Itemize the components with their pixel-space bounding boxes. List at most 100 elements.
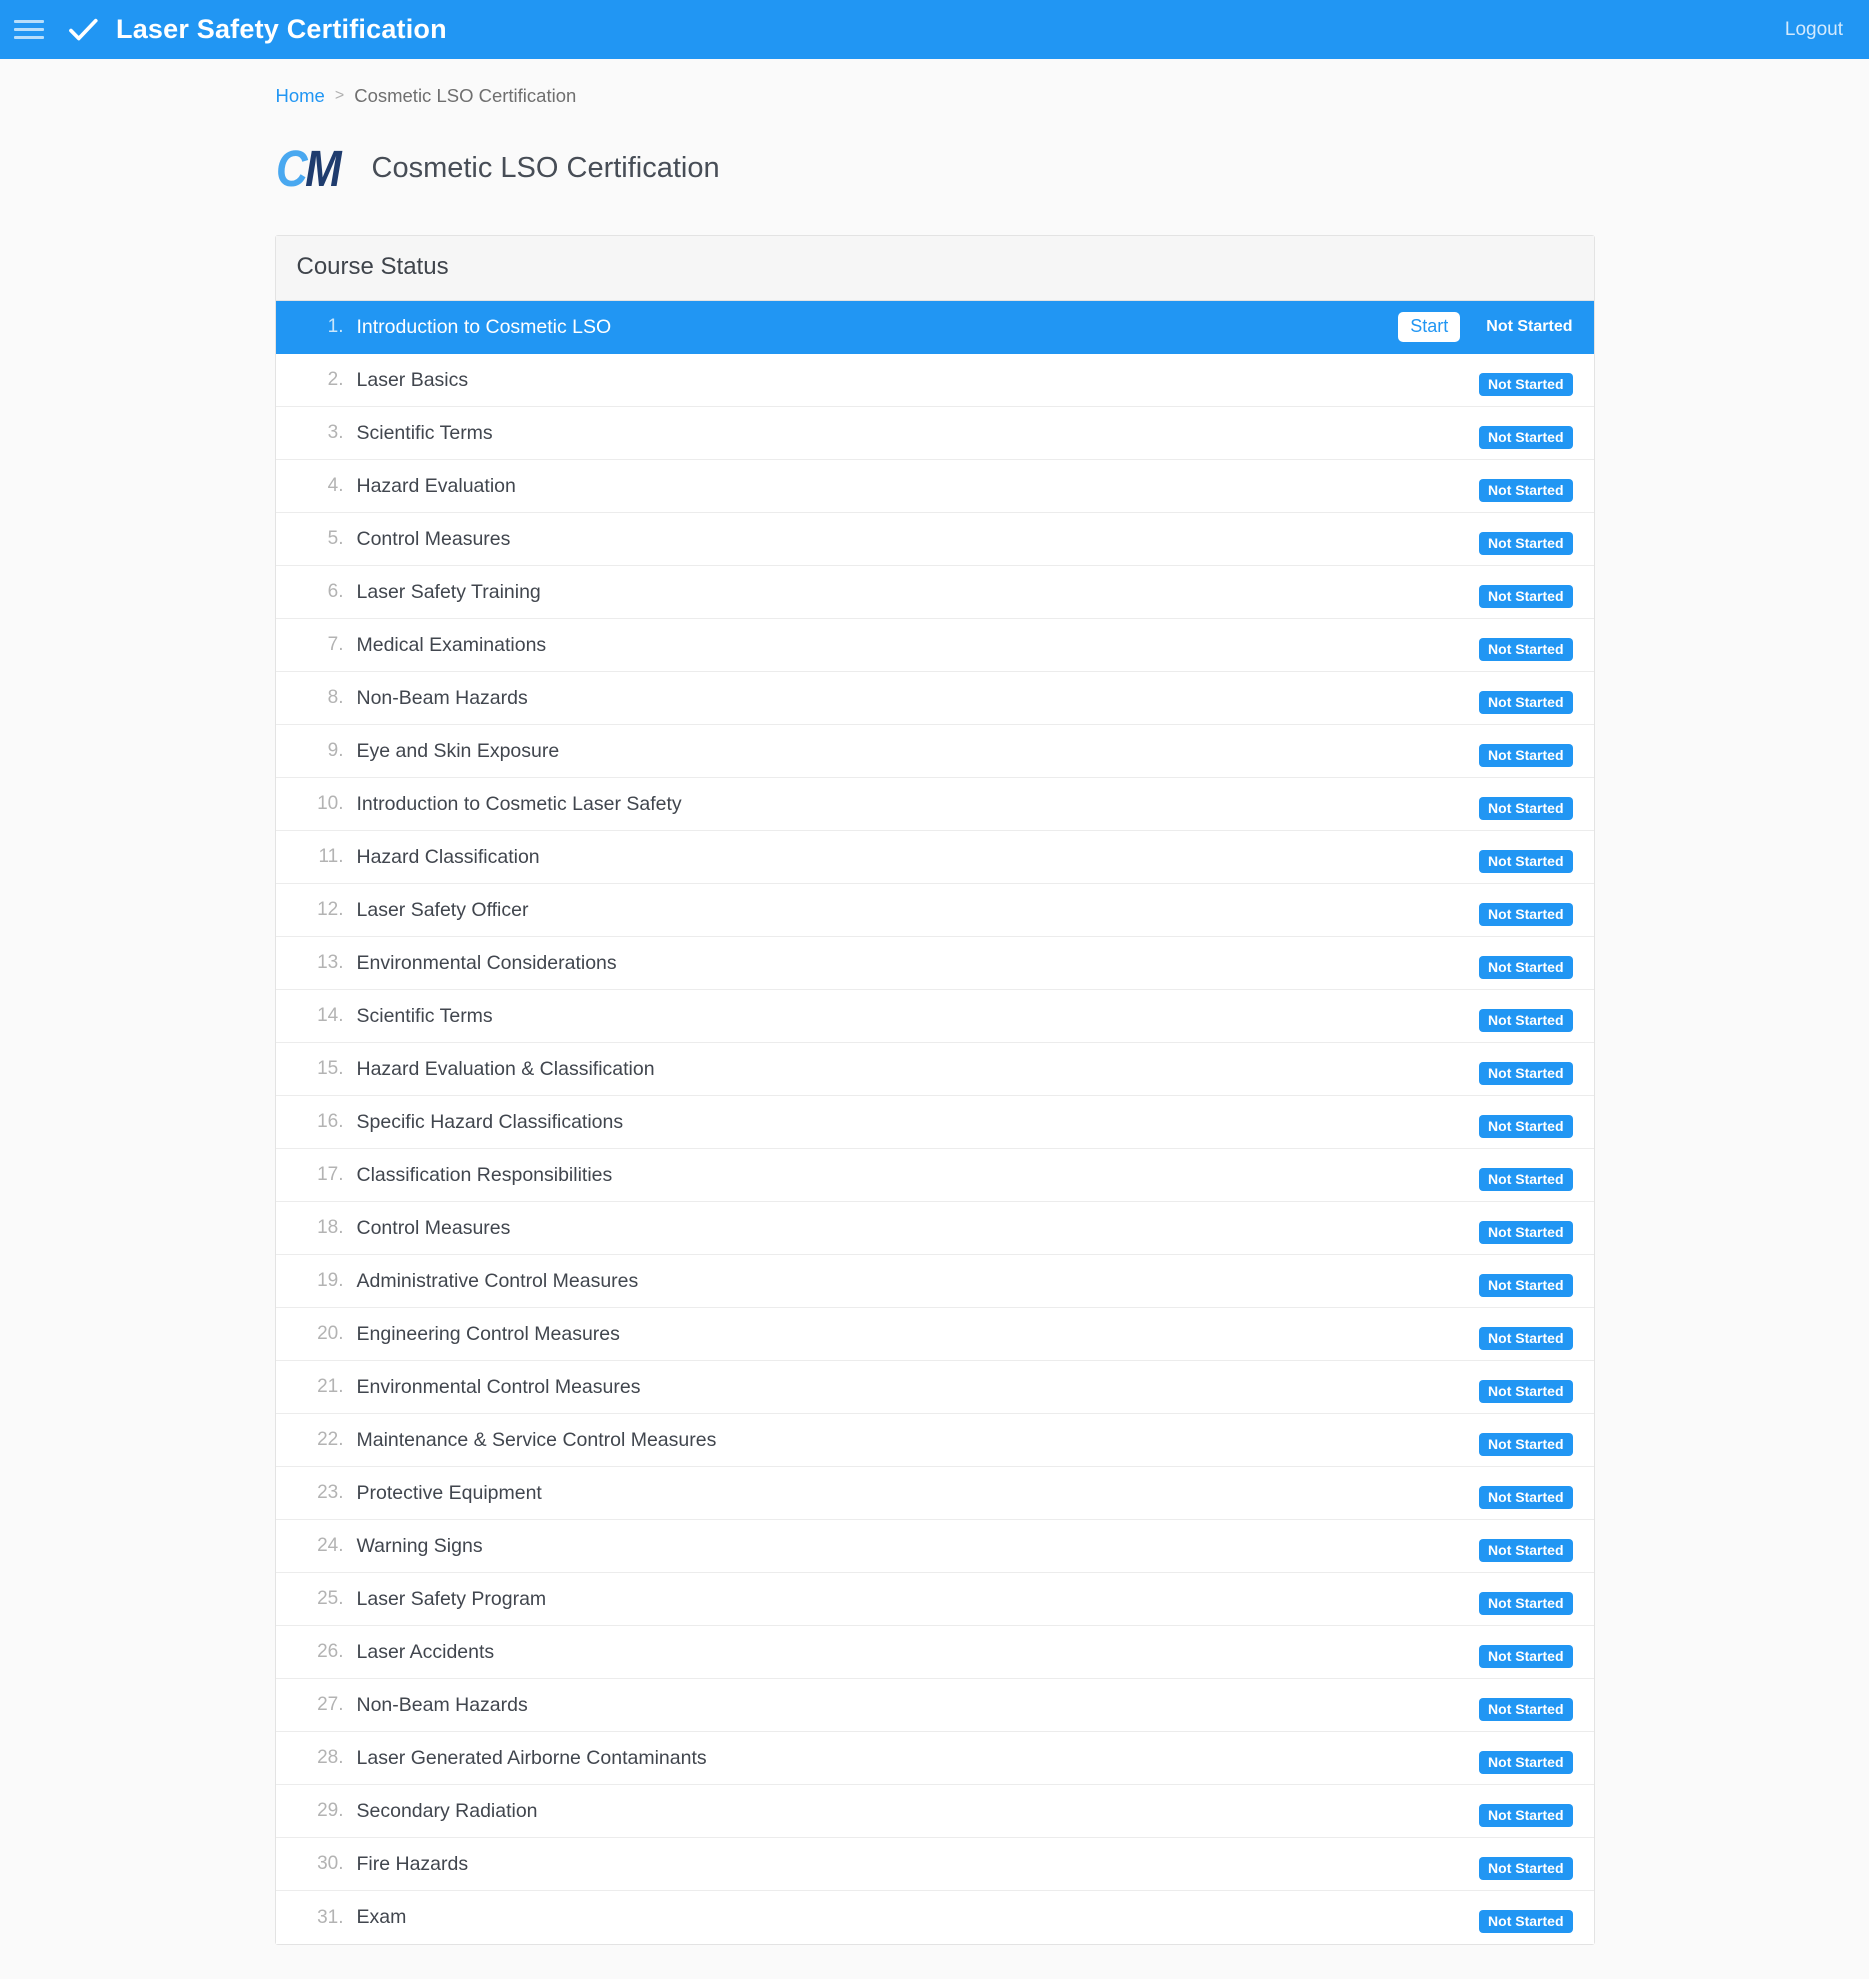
course-row-number: 6. — [327, 581, 344, 602]
status-badge: Not Started — [1479, 425, 1573, 449]
course-row-title: Secondary Radiation — [356, 1799, 538, 1822]
course-row-title: Specific Hazard Classifications — [356, 1110, 624, 1133]
course-row-number: 15. — [317, 1058, 344, 1079]
course-row[interactable]: 15. Hazard Evaluation & Classification Not… — [275, 1043, 1594, 1096]
course-row[interactable]: 30. Fire Hazards Not Started — [275, 1838, 1594, 1891]
logo-letter-c: C — [275, 139, 308, 197]
course-row[interactable]: 18. Control Measures Not Started — [275, 1202, 1594, 1255]
start-button[interactable]: Start — [1398, 312, 1461, 342]
course-row-number: 12. — [317, 899, 344, 920]
status-badge: Not Started — [1479, 1326, 1573, 1350]
course-row-number: 16. — [317, 1111, 344, 1132]
course-row[interactable]: 28. Laser Generated Airborne Contaminants… — [275, 1732, 1594, 1785]
breadcrumb-current: Cosmetic LSO Certification — [354, 85, 577, 106]
hamburger-menu-icon[interactable] — [14, 15, 44, 45]
course-row-title: Introduction to Cosmetic LSO — [356, 315, 612, 338]
status-badge: Not Started — [1479, 1485, 1573, 1509]
course-row-number: 22. — [317, 1429, 344, 1450]
checkmark-icon — [66, 13, 100, 47]
course-row-title: Hazard Evaluation — [356, 474, 516, 497]
course-row-title: Laser Accidents — [356, 1640, 495, 1663]
course-row-title: Introduction to Cosmetic Laser Safety — [356, 792, 682, 815]
course-row-number: 24. — [317, 1535, 344, 1556]
status-badge: Not Started — [1479, 1008, 1573, 1032]
status-badge: Not Started — [1479, 1379, 1573, 1403]
status-badge: Not Started — [1479, 1644, 1573, 1668]
course-row-number: 21. — [317, 1376, 344, 1397]
course-row[interactable]: 10. Introduction to Cosmetic Laser Safety… — [275, 778, 1594, 831]
course-row-title: Classification Responsibilities — [356, 1163, 613, 1186]
course-row[interactable]: 24. Warning Signs Not Started — [275, 1520, 1594, 1573]
course-row[interactable]: 22. Maintenance & Service Control Measure… — [275, 1414, 1594, 1467]
app-header: Laser Safety Certification Logout — [0, 0, 1869, 59]
course-row[interactable]: 7. Medical Examinations Not Started — [275, 619, 1594, 672]
course-row-status: Not Started — [1486, 318, 1573, 335]
course-row-number: 10. — [317, 793, 344, 814]
status-badge: Not Started — [1479, 584, 1573, 608]
course-row-title: Hazard Evaluation & Classification — [356, 1057, 655, 1080]
course-status-panel: Course Status 1. Introduction to Cosmetic… — [274, 235, 1595, 1945]
logo-letter-m: M — [304, 139, 342, 197]
course-row-title: Laser Basics — [356, 368, 469, 391]
course-row[interactable]: 16. Specific Hazard Classifications Not St… — [275, 1096, 1594, 1149]
course-row[interactable]: 27. Non-Beam Hazards Not Started — [275, 1679, 1594, 1732]
breadcrumb: Home > Cosmetic LSO Certification — [275, 59, 1595, 107]
status-badge: Not Started — [1479, 1114, 1573, 1138]
course-row-title: Environmental Control Measures — [356, 1375, 641, 1398]
breadcrumb-separator-icon: > — [334, 87, 345, 104]
status-badge: Not Started — [1479, 1273, 1573, 1297]
course-row[interactable]: 3. Scientific Terms Not Started — [275, 407, 1594, 460]
logout-button[interactable]: Logout — [1785, 19, 1843, 41]
course-row-title: Non-Beam Hazards — [356, 686, 528, 709]
course-row[interactable]: 13. Environmental Considerations Not Start… — [275, 937, 1594, 990]
course-row[interactable]: 21. Environmental Control Measures Not Sta… — [275, 1361, 1594, 1414]
course-row[interactable]: 11. Hazard Classification Not Started — [275, 831, 1594, 884]
breadcrumb-home-link[interactable]: Home — [276, 85, 325, 107]
course-row-title: Control Measures — [356, 527, 511, 550]
course-row[interactable]: 5. Control Measures Not Started — [275, 513, 1594, 566]
course-row[interactable]: 26. Laser Accidents Not Started — [275, 1626, 1594, 1679]
course-row-number: 14. — [317, 1005, 344, 1026]
course-row[interactable]: 2. Laser Basics Not Started — [275, 354, 1594, 407]
status-badge: Not Started — [1479, 372, 1573, 396]
course-row-number: 19. — [317, 1270, 344, 1291]
course-row[interactable]: 12. Laser Safety Officer Not Started — [275, 884, 1594, 937]
course-row[interactable]: 19. Administrative Control Measures Not St… — [275, 1255, 1594, 1308]
page-body: Home > Cosmetic LSO Certification CM Cos… — [0, 59, 1869, 1945]
status-badge: Not Started — [1479, 1697, 1573, 1721]
course-row[interactable]: 25. Laser Safety Program Not Started — [275, 1573, 1594, 1626]
course-row[interactable]: 29. Secondary Radiation Not Started — [275, 1785, 1594, 1838]
status-badge: Not Started — [1479, 1220, 1573, 1244]
course-row-title: Hazard Classification — [356, 845, 540, 868]
course-row-title: Laser Safety Officer — [356, 898, 529, 921]
course-row-title: Laser Safety Training — [356, 580, 541, 603]
course-row[interactable]: 6. Laser Safety Training Not Started — [275, 566, 1594, 619]
status-badge: Not Started — [1479, 1538, 1573, 1562]
course-row[interactable]: 4. Hazard Evaluation Not Started — [275, 460, 1594, 513]
page-title-row: CM Cosmetic LSO Certification — [275, 107, 1595, 197]
course-row-title: Non-Beam Hazards — [356, 1693, 528, 1716]
course-row-number: 30. — [317, 1853, 344, 1874]
course-row-number: 31. — [317, 1906, 344, 1928]
course-row-number: 20. — [317, 1323, 344, 1344]
course-row[interactable]: 23. Protective Equipment Not Started — [275, 1467, 1594, 1520]
course-row[interactable]: 1. Introduction to Cosmetic LSO Start Not S… — [275, 301, 1594, 354]
status-badge: Not Started — [1479, 902, 1573, 926]
course-row-number: 9. — [327, 740, 344, 761]
status-badge: Not Started — [1479, 849, 1573, 873]
course-row-title: Laser Generated Airborne Contaminants — [356, 1746, 707, 1769]
course-row-number: 25. — [317, 1588, 344, 1609]
course-row-title: Exam — [356, 1906, 407, 1928]
course-row-title: Scientific Terms — [356, 421, 493, 444]
course-row[interactable]: 17. Classification Responsibilities Not St… — [275, 1149, 1594, 1202]
status-badge: Not Started — [1479, 637, 1573, 661]
course-row-number: 5. — [327, 528, 344, 549]
course-row-number: 27. — [317, 1694, 344, 1715]
course-row[interactable]: 20. Engineering Control Measures Not Start… — [275, 1308, 1594, 1361]
course-row-number: 17. — [317, 1164, 344, 1185]
course-row[interactable]: 8. Non-Beam Hazards Not Started — [275, 672, 1594, 725]
course-row[interactable]: 31. Exam Not Started — [275, 1891, 1594, 1944]
course-row[interactable]: 14. Scientific Terms Not Started — [275, 990, 1594, 1043]
status-badge: Not Started — [1479, 1803, 1573, 1827]
course-row[interactable]: 9. Eye and Skin Exposure Not Started — [275, 725, 1594, 778]
